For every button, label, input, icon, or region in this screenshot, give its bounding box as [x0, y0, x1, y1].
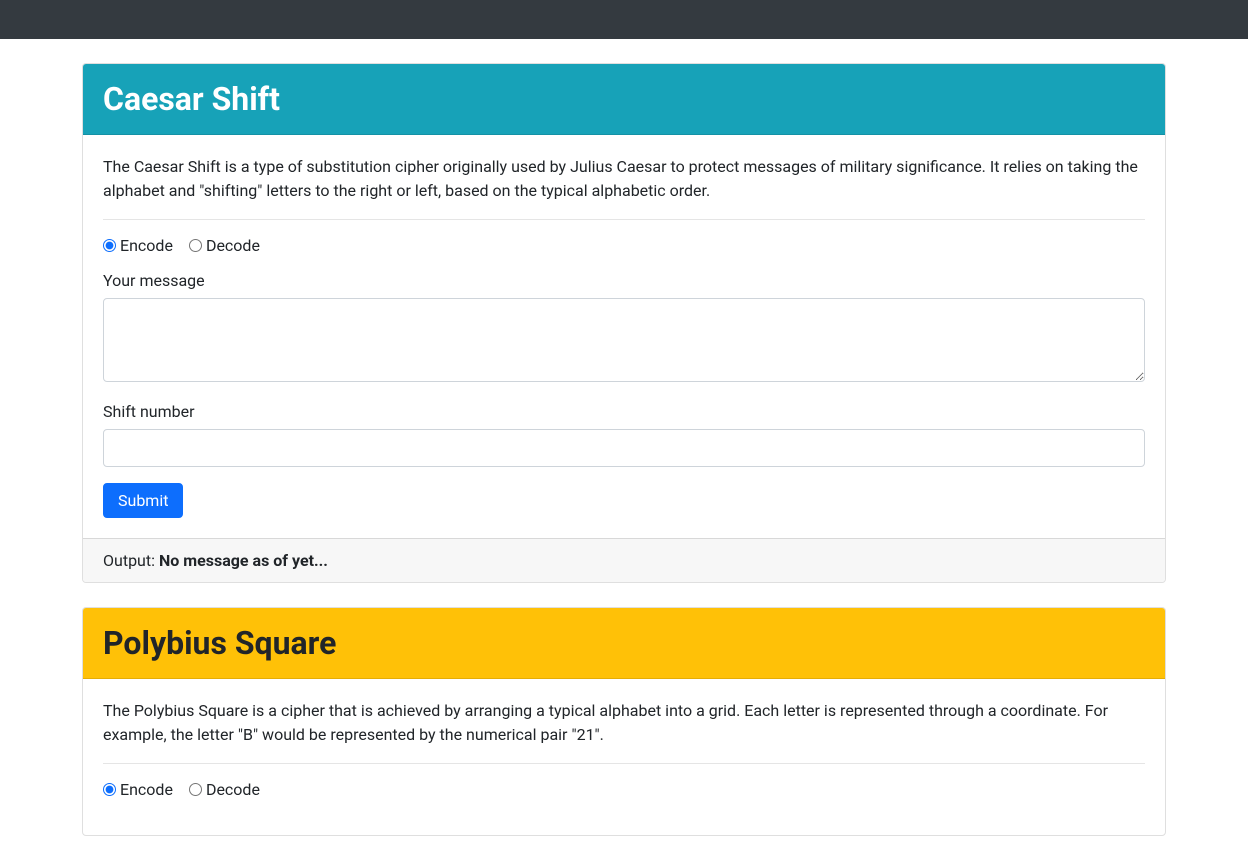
polybius-encode-option: Encode: [103, 780, 173, 799]
caesar-card: Caesar Shift The Caesar Shift is a type …: [82, 63, 1166, 583]
polybius-decode-label[interactable]: Decode: [206, 780, 260, 799]
caesar-card-footer: Output: No message as of yet...: [83, 538, 1165, 582]
polybius-encode-radio[interactable]: [103, 783, 116, 796]
caesar-encode-option: Encode: [103, 236, 173, 255]
caesar-output-value: No message as of yet...: [159, 551, 328, 570]
caesar-decode-label[interactable]: Decode: [206, 236, 260, 255]
caesar-card-header: Caesar Shift: [83, 64, 1165, 135]
caesar-description: The Caesar Shift is a type of substituti…: [103, 155, 1145, 203]
caesar-submit-button[interactable]: Submit: [103, 483, 183, 518]
caesar-title: Caesar Shift: [103, 80, 1145, 118]
caesar-decode-option: Decode: [189, 236, 260, 255]
polybius-divider: [103, 763, 1145, 764]
caesar-decode-radio[interactable]: [189, 239, 202, 252]
caesar-message-group: Your message: [103, 271, 1145, 386]
caesar-output-prefix: Output:: [103, 551, 159, 570]
caesar-shift-input[interactable]: [103, 429, 1145, 467]
caesar-card-body: The Caesar Shift is a type of substituti…: [83, 135, 1165, 538]
caesar-divider: [103, 219, 1145, 220]
polybius-encode-label[interactable]: Encode: [120, 780, 173, 799]
polybius-card: Polybius Square The Polybius Square is a…: [82, 607, 1166, 836]
polybius-card-body: The Polybius Square is a cipher that is …: [83, 679, 1165, 835]
caesar-shift-label: Shift number: [103, 402, 1145, 421]
caesar-message-input[interactable]: [103, 298, 1145, 382]
caesar-shift-group: Shift number: [103, 402, 1145, 467]
main-container: Caesar Shift The Caesar Shift is a type …: [70, 63, 1178, 836]
caesar-message-label: Your message: [103, 271, 1145, 290]
polybius-description: The Polybius Square is a cipher that is …: [103, 699, 1145, 747]
polybius-card-header: Polybius Square: [83, 608, 1165, 679]
caesar-radio-group: Encode Decode: [103, 236, 1145, 255]
polybius-radio-group: Encode Decode: [103, 780, 1145, 799]
polybius-decode-option: Decode: [189, 780, 260, 799]
caesar-encode-radio[interactable]: [103, 239, 116, 252]
navbar: [0, 0, 1248, 39]
polybius-title: Polybius Square: [103, 624, 1145, 662]
polybius-decode-radio[interactable]: [189, 783, 202, 796]
caesar-encode-label[interactable]: Encode: [120, 236, 173, 255]
